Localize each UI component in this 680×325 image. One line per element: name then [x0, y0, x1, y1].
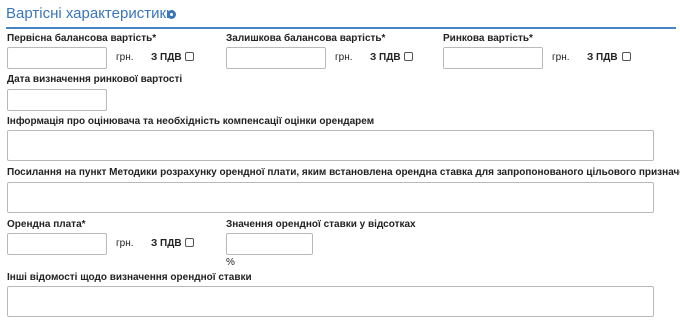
rent-rate-input[interactable] [226, 233, 313, 255]
other-info-input[interactable] [7, 286, 654, 317]
initial-value-vat-checkbox[interactable] [185, 52, 194, 61]
methodology-reference-input[interactable] [7, 182, 654, 213]
market-value-vat-label: З ПДВ [587, 52, 618, 63]
market-value-label: Ринкова вартість* [443, 33, 533, 44]
rent-input[interactable] [7, 233, 107, 255]
section-header: Вартісні характеристики [6, 5, 676, 29]
other-info-label: Інші відомості щодо визначення орендної … [7, 272, 252, 283]
initial-value-input[interactable] [7, 47, 107, 69]
market-value-input[interactable] [443, 47, 543, 69]
market-value-vat-checkbox[interactable] [622, 52, 631, 61]
market-value-unit: грн. [552, 52, 570, 63]
rent-rate-unit: % [226, 257, 235, 268]
rent-vat-label: З ПДВ [151, 238, 182, 249]
residual-value-vat-label: З ПДВ [370, 52, 401, 63]
rent-rate-label: Значення орендної ставки у відсотках [226, 219, 416, 230]
initial-value-label: Первісна балансова вартість* [7, 33, 157, 44]
section-title: Вартісні характеристики [6, 5, 175, 22]
methodology-reference-label: Посилання на пункт Методики розрахунку о… [7, 167, 680, 178]
initial-value-unit: грн. [116, 52, 134, 63]
info-icon[interactable] [167, 10, 176, 19]
appraiser-info-label: Інформація про оцінювача та необхідність… [7, 116, 375, 127]
residual-value-vat-checkbox[interactable] [404, 52, 413, 61]
residual-value-input[interactable] [226, 47, 326, 69]
residual-value-label: Залишкова балансова вартість* [226, 33, 386, 44]
market-value-date-label: Дата визначення ринкової вартості [7, 74, 183, 85]
rent-unit: грн. [116, 238, 134, 249]
initial-value-vat-label: З ПДВ [151, 52, 182, 63]
residual-value-unit: грн. [335, 52, 353, 63]
market-value-date-input[interactable] [7, 89, 107, 111]
rent-label: Орендна плата* [7, 219, 86, 230]
appraiser-info-input[interactable] [7, 130, 654, 161]
rent-vat-checkbox[interactable] [185, 238, 194, 247]
